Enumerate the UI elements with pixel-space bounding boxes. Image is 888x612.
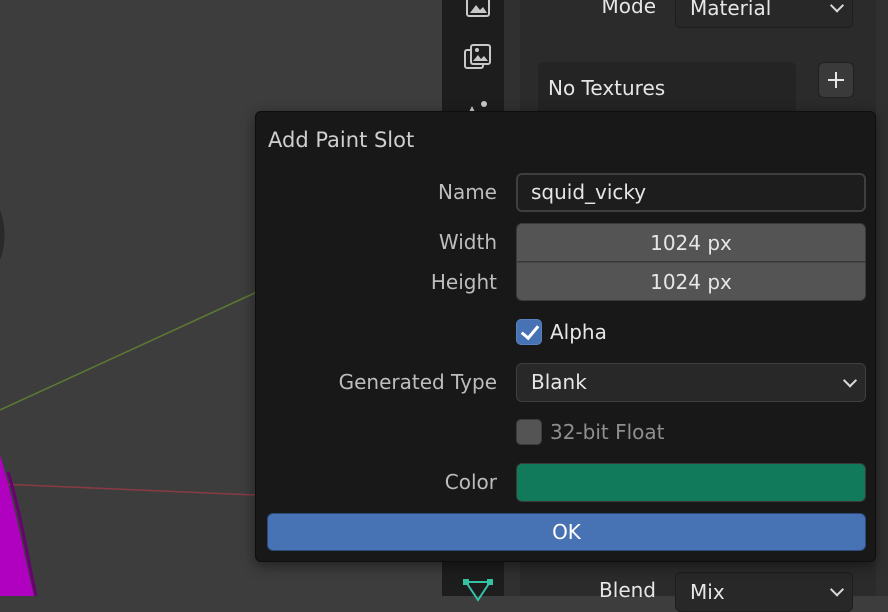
vertex-edit-icon[interactable] [462,574,494,606]
height-label: Height [430,270,497,294]
no-textures-text: No Textures [548,76,666,100]
generated-type-label: Generated Type [338,370,497,394]
blend-label: Blend [599,578,656,602]
name-field[interactable]: squid_vicky [516,173,866,212]
height-field[interactable]: 1024 px [516,262,866,301]
color-swatch[interactable] [516,463,866,502]
color-label: Color [444,470,497,494]
blend-dropdown[interactable]: Mix [675,572,853,612]
image-paint-icon[interactable] [462,0,494,22]
width-field[interactable]: 1024 px [516,223,866,262]
dialog-title: Add Paint Slot [268,128,415,152]
add-texture-button[interactable] [818,62,854,98]
mode-dropdown[interactable]: Material [675,0,853,28]
chevron-down-icon [842,372,858,388]
mesh-shadow [0,210,5,260]
float-label: 32-bit Float [550,420,665,444]
mesh-object[interactable] [0,455,34,596]
ok-button[interactable]: OK [267,513,866,551]
alpha-label: Alpha [550,320,607,344]
chevron-down-icon [829,582,845,597]
chevron-down-icon [829,0,845,13]
name-label: Name [437,180,497,204]
blend-value: Mix [690,580,725,604]
generated-type-value: Blank [531,370,587,394]
generated-type-dropdown[interactable]: Blank [516,363,866,402]
width-label: Width [438,230,497,254]
checkmark-icon[interactable] [516,319,542,345]
add-paint-slot-dialog: Add Paint Slot Name squid_vicky Width 10… [255,111,876,562]
unchecked-box[interactable] [516,419,542,445]
mode-value: Material [690,0,772,20]
mode-label: Mode [601,0,657,18]
texture-stack-icon[interactable] [462,42,494,74]
